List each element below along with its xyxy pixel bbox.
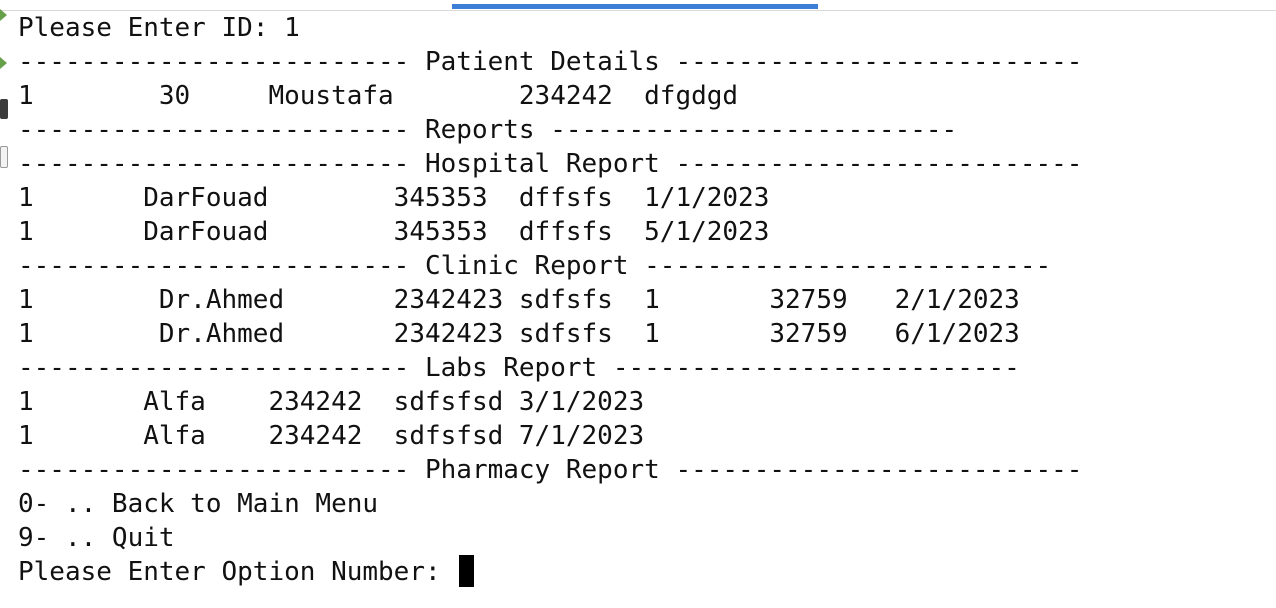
terminal-icon[interactable] (0, 99, 9, 119)
reports-header: ------------------------- Reports ------… (18, 115, 958, 145)
clinic-report-row: 1 Dr.Ahmed 2342423 sdfsfs 1 32759 2/1/20… (18, 285, 1020, 315)
id-prompt-line: Please Enter ID: 1 (18, 13, 300, 43)
clinic-report-header: ------------------------- Clinic Report … (18, 251, 1052, 281)
document-icon[interactable] (0, 146, 9, 168)
hospital-report-header: ------------------------- Hospital Repor… (18, 149, 1083, 179)
console-output[interactable]: Please Enter ID: 1 ---------------------… (18, 11, 1268, 606)
ide-gutter (0, 0, 12, 608)
option-prompt-label: Please Enter Option Number: (18, 557, 457, 587)
hospital-report-row: 1 DarFouad 345353 dffsfs 5/1/2023 (18, 217, 770, 247)
labs-report-header: ------------------------- Labs Report --… (18, 353, 1020, 383)
menu-option-quit: 9- .. Quit (18, 523, 175, 553)
hospital-report-row: 1 DarFouad 345353 dffsfs 1/1/2023 (18, 183, 770, 213)
option-prompt-line[interactable]: Please Enter Option Number: (18, 555, 1268, 589)
text-cursor[interactable] (459, 555, 475, 587)
patient-row: 1 30 Moustafa 234242 dfgdgd (18, 81, 739, 111)
labs-report-row: 1 Alfa 234242 sdfsfsd 7/1/2023 (18, 421, 645, 451)
patient-details-header: ------------------------- Patient Detail… (18, 47, 1083, 77)
menu-option-back: 0- .. Back to Main Menu (18, 489, 379, 519)
clinic-report-row: 1 Dr.Ahmed 2342423 sdfsfs 1 32759 6/1/20… (18, 319, 1020, 349)
active-tab-indicator (452, 4, 818, 9)
labs-report-row: 1 Alfa 234242 sdfsfsd 3/1/2023 (18, 387, 645, 417)
expand-arrow-icon[interactable] (0, 9, 9, 23)
pharmacy-report-header: ------------------------- Pharmacy Repor… (18, 455, 1083, 485)
expand-arrow-icon[interactable] (0, 57, 9, 71)
